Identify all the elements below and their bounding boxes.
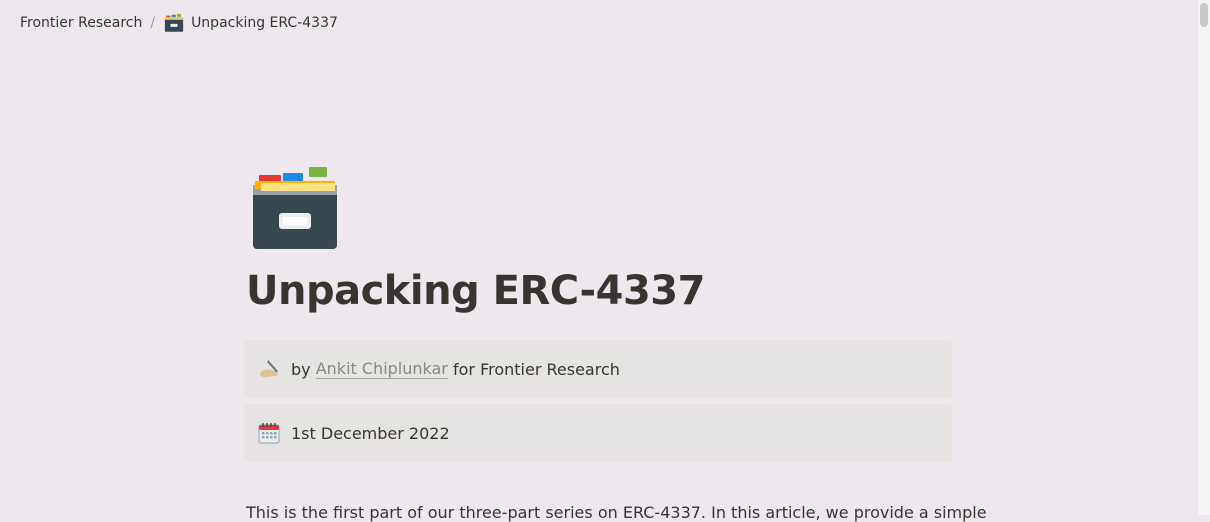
author-callout: by Ankit Chiplunkar for Frontier Researc… bbox=[244, 340, 952, 398]
date-text: 1st December 2022 bbox=[291, 423, 450, 443]
date-callout: 1st December 2022 bbox=[244, 404, 952, 462]
breadcrumb-root-label[interactable]: Frontier Research bbox=[20, 15, 142, 31]
author-link[interactable]: Ankit Chiplunkar bbox=[315, 359, 448, 379]
breadcrumb-root[interactable]: Frontier Research bbox=[20, 15, 142, 31]
spiral-calendar-icon bbox=[258, 423, 280, 444]
breadcrumb-current[interactable]: Unpacking ERC-4337 bbox=[164, 13, 338, 33]
page-title: Unpacking ERC-4337 bbox=[246, 268, 705, 314]
author-prefix: by bbox=[291, 359, 311, 379]
author-suffix: for Frontier Research bbox=[452, 359, 620, 379]
writing-hand-icon bbox=[260, 360, 278, 377]
vertical-scrollbar[interactable] bbox=[1198, 0, 1210, 515]
card-file-box-icon[interactable] bbox=[249, 165, 341, 253]
first-paragraph: This is the first part of our three-part… bbox=[246, 503, 987, 522]
scrollbar-thumb[interactable] bbox=[1200, 3, 1208, 27]
card-file-box-icon bbox=[164, 13, 184, 32]
breadcrumb-separator: / bbox=[150, 14, 156, 31]
breadcrumb: Frontier Research / Unpacking ERC-4337 bbox=[0, 0, 1198, 45]
breadcrumb-current-label[interactable]: Unpacking ERC-4337 bbox=[191, 15, 338, 31]
